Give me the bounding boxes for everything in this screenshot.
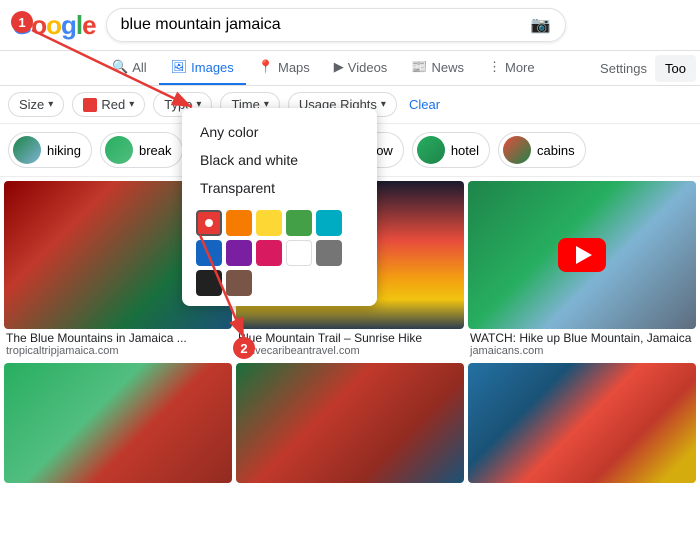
color-chevron: ▾ xyxy=(129,99,134,110)
news-icon: 📰 xyxy=(411,59,427,75)
tab-news-label: News xyxy=(431,60,464,75)
tab-videos[interactable]: ▶ Videos xyxy=(322,51,400,85)
image-card-tent[interactable] xyxy=(4,363,232,483)
color-option-any[interactable]: Any color xyxy=(196,118,363,146)
image-title-berries: The Blue Mountains in Jamaica ... xyxy=(6,331,230,345)
suggestion-label-break: break xyxy=(139,143,172,158)
swatch-gray[interactable] xyxy=(316,240,342,266)
image-source-sunrise: activecaribeantravel.com xyxy=(238,345,462,357)
search-bar: 📷 xyxy=(106,8,566,42)
suggestion-hiking[interactable]: hiking xyxy=(8,132,92,168)
image-title-sunrise: Blue Mountain Trail – Sunrise Hike xyxy=(238,331,462,345)
size-chevron: ▾ xyxy=(48,99,53,110)
swatch-yellow[interactable] xyxy=(256,210,282,236)
suggestion-thumb-cabins xyxy=(503,136,531,164)
nav-tabs-bar: 🔍 All 🖼 Images 📍 Maps ▶ Videos 📰 News ⋮ … xyxy=(0,51,700,86)
header: Google 📷 xyxy=(0,0,700,51)
suggestion-thumb-hotel xyxy=(417,136,445,164)
search-input[interactable] xyxy=(121,16,523,34)
suggestion-label-hiking: hiking xyxy=(47,143,81,158)
color-swatch-red xyxy=(83,98,97,112)
suggestion-cabins[interactable]: cabins xyxy=(498,132,586,168)
settings-link[interactable]: Settings xyxy=(592,53,655,84)
youtube-play-button xyxy=(558,238,606,272)
clear-button[interactable]: Clear xyxy=(405,93,444,116)
tools-button[interactable]: Too xyxy=(655,55,696,82)
suggestion-thumb-hiking xyxy=(13,136,41,164)
image-title-aerial: WATCH: Hike up Blue Mountain, Jamaica xyxy=(470,331,694,345)
color-dropdown: Any color Black and white Transparent xyxy=(182,108,377,306)
suggestion-label-cabins: cabins xyxy=(537,143,575,158)
swatch-green[interactable] xyxy=(286,210,312,236)
images-icon: 🖼 xyxy=(171,59,188,75)
suggestion-break[interactable]: break xyxy=(100,132,183,168)
swatch-red[interactable] xyxy=(196,210,222,236)
tab-videos-label: Videos xyxy=(348,60,388,75)
image-card-bags[interactable] xyxy=(468,363,696,483)
suggestion-label-hotel: hotel xyxy=(451,143,479,158)
tab-all-label: All xyxy=(132,60,146,75)
color-label: Red xyxy=(101,97,125,112)
usage-chevron: ▾ xyxy=(381,99,386,110)
videos-icon: ▶ xyxy=(334,59,344,75)
swatch-white[interactable] xyxy=(286,240,312,266)
image-card-coffee[interactable] xyxy=(236,363,464,483)
all-icon: 🔍 xyxy=(112,59,128,75)
color-option-transparent[interactable]: Transparent xyxy=(196,174,363,202)
suggestion-thumb-break xyxy=(105,136,133,164)
size-filter[interactable]: Size ▾ xyxy=(8,92,64,117)
color-filter[interactable]: Red ▾ xyxy=(72,92,145,117)
image-source-aerial: jamaicans.com xyxy=(470,345,694,357)
tab-maps[interactable]: 📍 Maps xyxy=(246,51,322,85)
tab-news[interactable]: 📰 News xyxy=(399,51,476,85)
camera-icon[interactable]: 📷 xyxy=(531,15,551,35)
more-icon: ⋮ xyxy=(488,59,501,75)
tab-all[interactable]: 🔍 All xyxy=(100,51,159,85)
image-source-berries: tropicaltripjamaica.com xyxy=(6,345,230,357)
swatch-blue[interactable] xyxy=(196,240,222,266)
image-card-aerial[interactable]: WATCH: Hike up Blue Mountain, Jamaica ja… xyxy=(468,181,696,359)
tab-images[interactable]: 🖼 Images xyxy=(159,51,246,85)
swatch-orange[interactable] xyxy=(226,210,252,236)
swatch-teal[interactable] xyxy=(316,210,342,236)
size-label: Size xyxy=(19,97,44,112)
color-option-bw[interactable]: Black and white xyxy=(196,146,363,174)
tab-images-label: Images xyxy=(191,60,234,75)
google-logo: Google xyxy=(12,10,96,41)
tab-more[interactable]: ⋮ More xyxy=(476,51,547,85)
color-swatches-grid xyxy=(196,210,363,296)
suggestion-hotel[interactable]: hotel xyxy=(412,132,490,168)
swatch-black[interactable] xyxy=(196,270,222,296)
maps-icon: 📍 xyxy=(258,59,274,75)
image-results-row2 xyxy=(0,359,700,483)
tab-maps-label: Maps xyxy=(278,60,310,75)
swatch-purple[interactable] xyxy=(226,240,252,266)
swatch-magenta[interactable] xyxy=(256,240,282,266)
tab-more-label: More xyxy=(505,60,535,75)
swatch-brown[interactable] xyxy=(226,270,252,296)
